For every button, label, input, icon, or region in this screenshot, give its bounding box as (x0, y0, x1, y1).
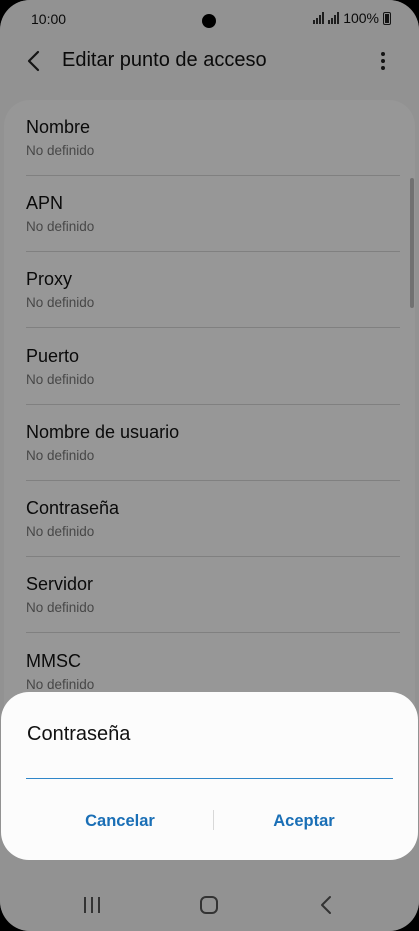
accept-button[interactable]: Aceptar (214, 804, 394, 838)
phone-screen: 10:00 100% Editar punto de acceso Nombre (0, 0, 419, 931)
cancel-button[interactable]: Cancelar (30, 804, 210, 838)
password-dialog: Contraseña Cancelar Aceptar (1, 692, 418, 860)
password-input[interactable] (26, 748, 393, 779)
dialog-title: Contraseña (27, 723, 131, 745)
